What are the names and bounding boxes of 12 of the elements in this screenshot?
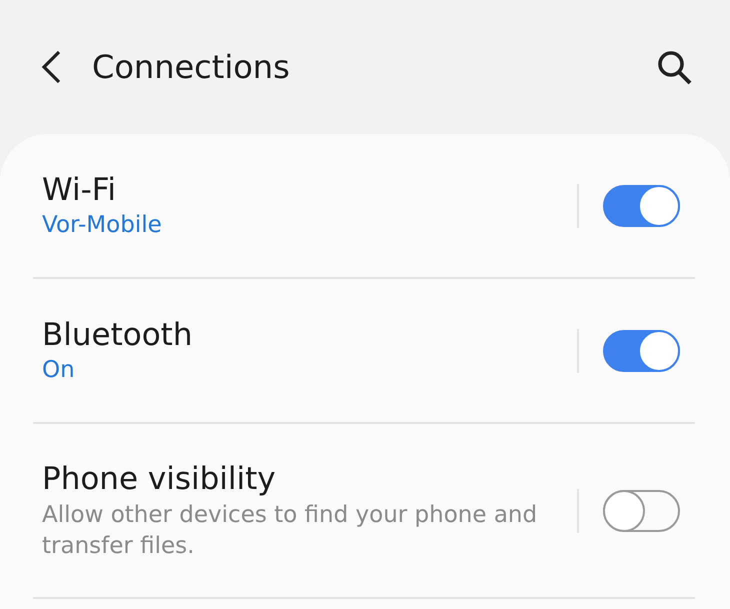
toggle-switch[interactable] bbox=[603, 184, 680, 226]
setting-status: Vor-Mobile bbox=[42, 211, 163, 240]
setting-status: On bbox=[42, 356, 76, 386]
setting-title: Bluetooth bbox=[42, 316, 194, 355]
back-icon[interactable] bbox=[40, 50, 62, 84]
search-icon[interactable] bbox=[656, 49, 692, 85]
toggle-switch[interactable] bbox=[603, 330, 680, 372]
screen-title: Connections bbox=[92, 47, 290, 88]
setting-title: Phone visibility bbox=[42, 460, 277, 500]
setting-title: Wi-Fi bbox=[42, 170, 117, 210]
toggle-switch[interactable] bbox=[603, 490, 680, 532]
setting-description: Allow other devices to find your phone and transfer files. bbox=[42, 500, 538, 561]
